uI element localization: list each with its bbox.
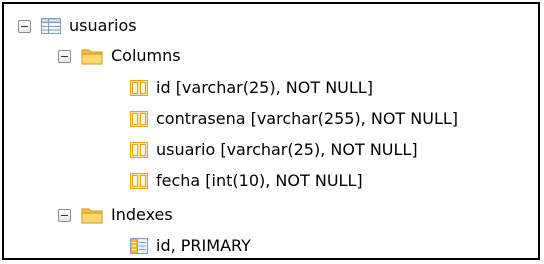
column-item-contrasena[interactable]: contrasena [varchar(255), NOT NULL] bbox=[130, 103, 458, 135]
tree-node-indexes-folder[interactable]: Indexes bbox=[58, 199, 173, 231]
schema-tree-panel: usuarios Columns id [varchar(25), NOT NU… bbox=[2, 2, 540, 260]
collapse-toggle-columns[interactable] bbox=[58, 49, 71, 63]
tree-node-columns-folder[interactable]: Columns bbox=[58, 40, 181, 72]
column-item-fecha[interactable]: fecha [int(10), NOT NULL] bbox=[130, 165, 363, 197]
index-label: id, PRIMARY bbox=[156, 236, 251, 255]
columns-folder-label: Columns bbox=[111, 46, 181, 65]
column-label: id [varchar(25), NOT NULL] bbox=[156, 78, 373, 97]
column-label: fecha [int(10), NOT NULL] bbox=[156, 171, 363, 190]
collapse-toggle-indexes[interactable] bbox=[58, 208, 71, 222]
column-item-usuario[interactable]: usuario [varchar(25), NOT NULL] bbox=[130, 134, 418, 166]
column-item-id[interactable]: id [varchar(25), NOT NULL] bbox=[130, 72, 373, 104]
collapse-toggle-table[interactable] bbox=[18, 19, 31, 33]
column-label: usuario [varchar(25), NOT NULL] bbox=[156, 140, 418, 159]
column-icon bbox=[130, 142, 148, 158]
index-icon bbox=[130, 238, 148, 254]
index-item-primary[interactable]: id, PRIMARY bbox=[130, 230, 251, 262]
folder-icon bbox=[81, 206, 103, 224]
column-label: contrasena [varchar(255), NOT NULL] bbox=[156, 109, 459, 128]
column-icon bbox=[130, 173, 148, 189]
table-label: usuarios bbox=[69, 16, 137, 35]
folder-icon bbox=[81, 47, 103, 65]
table-icon bbox=[41, 18, 61, 34]
indexes-folder-label: Indexes bbox=[111, 205, 173, 224]
column-icon bbox=[130, 80, 148, 96]
column-icon bbox=[130, 111, 148, 127]
tree-node-table[interactable]: usuarios bbox=[18, 10, 137, 42]
